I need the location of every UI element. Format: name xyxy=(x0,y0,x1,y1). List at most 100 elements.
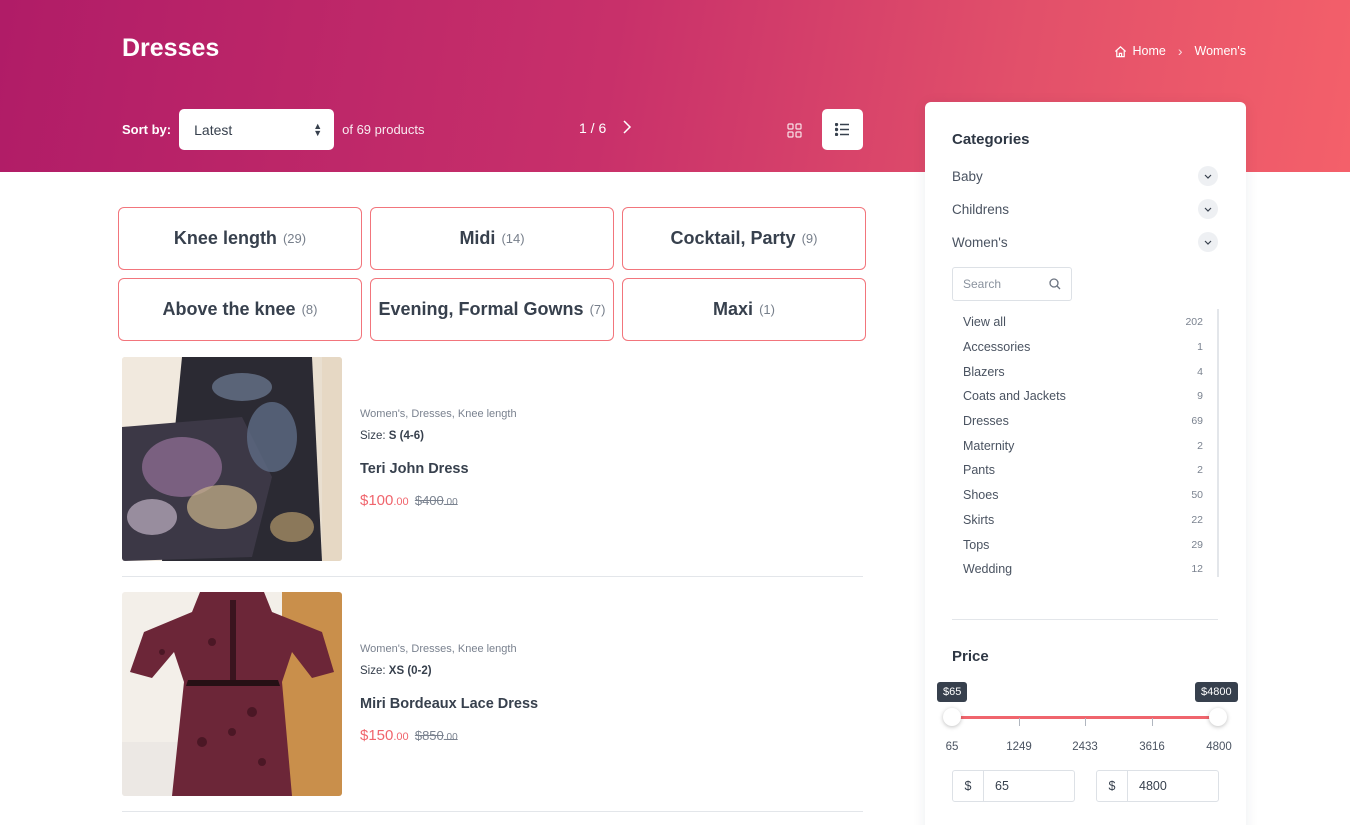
subcategory-scrollbar[interactable] xyxy=(1217,309,1219,577)
grid-view-icon xyxy=(786,122,802,138)
grid-view-button[interactable] xyxy=(778,114,810,146)
categories-heading: Categories xyxy=(952,131,1030,148)
price-heading: Price xyxy=(952,648,989,665)
page-indicator: 1 / 6 xyxy=(579,120,607,136)
category-above-the-knee[interactable]: Above the knee (8) xyxy=(118,278,362,341)
category-label: Cocktail, Party xyxy=(670,228,796,248)
subcategory-list: View all 202 Accessories 1 Blazers 4 Coats … xyxy=(963,310,1203,582)
category-label: Above the knee xyxy=(162,299,296,319)
subcategory-item[interactable]: Skirts 22 xyxy=(963,508,1203,533)
sort-bar: Sort by: Latest ▲ ▼ of 69 products xyxy=(122,109,425,150)
price-max-input[interactable]: $ 4800 xyxy=(1096,770,1219,802)
subcategory-item[interactable]: Coats and Jackets 9 xyxy=(963,384,1203,409)
sidebar-divider xyxy=(952,619,1218,620)
price-max-handle[interactable] xyxy=(1209,708,1227,726)
sort-label: Sort by: xyxy=(122,122,172,137)
product-size: Size: S (4-6) xyxy=(360,430,517,442)
slider-tick xyxy=(1152,718,1153,726)
product-info: Women's, Dresses, Knee length Size: XS (… xyxy=(360,643,538,744)
search-icon xyxy=(1049,278,1061,290)
slider-tick-label: 2433 xyxy=(1072,741,1098,753)
category-count: (9) xyxy=(801,231,818,246)
sidebar-category-label: Women's xyxy=(952,234,1008,250)
pagination: 1 / 6 xyxy=(579,119,632,137)
price-min-value[interactable]: 65 xyxy=(984,771,1009,801)
category-count: (29) xyxy=(282,231,307,246)
sale-price: $150.00 xyxy=(360,727,409,744)
category-label: Maxi xyxy=(713,299,754,319)
category-count: (8) xyxy=(301,302,318,317)
product-categories[interactable]: Women's, Dresses, Knee length xyxy=(360,408,517,420)
sort-select[interactable]: Latest ▲ ▼ xyxy=(179,109,335,150)
product-card: Women's, Dresses, Knee length Size: XS (… xyxy=(122,592,863,812)
subcategory-item[interactable]: Shoes 50 xyxy=(963,483,1203,508)
product-size: Size: XS (0-2) xyxy=(360,665,538,677)
product-image[interactable] xyxy=(122,357,342,561)
category-count: (1) xyxy=(759,302,775,317)
price-max-value[interactable]: 4800 xyxy=(1128,771,1167,801)
sidebar-category-womens[interactable]: Women's xyxy=(952,232,1218,252)
list-view-button[interactable] xyxy=(822,109,863,150)
category-midi[interactable]: Midi (14) xyxy=(370,207,614,270)
subcategory-item[interactable]: Dresses 69 xyxy=(963,409,1203,434)
subcategory-item[interactable]: Maternity 2 xyxy=(963,433,1203,458)
breadcrumb-separator-icon: › xyxy=(1177,43,1183,59)
product-info: Women's, Dresses, Knee length Size: S (4… xyxy=(360,408,517,509)
breadcrumb-home-link[interactable]: Home xyxy=(1133,44,1166,58)
chevron-down-icon[interactable] xyxy=(1198,232,1218,252)
category-evening-formal-gowns[interactable]: Evening, Formal Gowns (7) xyxy=(370,278,614,341)
subcategory-item[interactable]: Tops 29 xyxy=(963,532,1203,557)
search-placeholder: Search xyxy=(963,277,1002,291)
sort-value: Latest xyxy=(194,121,233,138)
filter-sidebar: Categories Baby Childrens Women's Search… xyxy=(925,102,1246,825)
product-image[interactable] xyxy=(122,592,342,796)
subcategory-item[interactable]: Wedding 12 xyxy=(963,557,1203,582)
chevron-down-icon[interactable] xyxy=(1198,166,1218,186)
size-label: Size: xyxy=(360,430,386,442)
product-categories[interactable]: Women's, Dresses, Knee length xyxy=(360,643,538,655)
subcategory-item[interactable]: Blazers 4 xyxy=(963,359,1203,384)
slider-tick-label: 1249 xyxy=(1006,741,1032,753)
size-label: Size: xyxy=(360,665,386,677)
category-count: (14) xyxy=(501,231,525,246)
home-icon[interactable] xyxy=(1114,45,1127,58)
price-min-tooltip: $65 xyxy=(937,682,968,702)
subcategory-item[interactable]: Pants 2 xyxy=(963,458,1203,483)
product-name[interactable]: Miri Bordeaux Lace Dress xyxy=(360,696,538,712)
size-value: S (4-6) xyxy=(388,430,424,442)
list-view-icon xyxy=(835,123,849,136)
original-price: $400.00 xyxy=(414,493,458,508)
category-knee-length[interactable]: Knee length (29) xyxy=(118,207,362,270)
sidebar-category-label: Baby xyxy=(952,168,983,184)
chevron-down-icon[interactable] xyxy=(1198,199,1218,219)
subcategory-item[interactable]: View all 202 xyxy=(963,310,1203,335)
category-cocktail-party[interactable]: Cocktail, Party (9) xyxy=(622,207,866,270)
breadcrumb-current[interactable]: Women's xyxy=(1195,44,1246,58)
sale-price: $100.00 xyxy=(360,492,409,509)
breadcrumb: Home › Women's xyxy=(1114,43,1246,59)
product-count: of 69 products xyxy=(342,122,425,137)
product-name[interactable]: Teri John Dress xyxy=(360,461,517,477)
slider-tick xyxy=(1085,718,1086,726)
price-min-handle[interactable] xyxy=(943,708,961,726)
subcategory-item[interactable]: Accessories 1 xyxy=(963,335,1203,360)
chevron-right-icon[interactable] xyxy=(622,119,632,137)
currency-label: $ xyxy=(953,771,984,801)
sidebar-category-baby[interactable]: Baby xyxy=(952,166,1218,186)
category-label: Evening, Formal Gowns xyxy=(378,299,584,319)
product-price: $150.00 $850.00 xyxy=(360,727,538,744)
category-search-input[interactable]: Search xyxy=(952,267,1072,301)
slider-tick-label: 4800 xyxy=(1206,741,1232,753)
page-title: Dresses xyxy=(122,34,220,62)
size-value: XS (0-2) xyxy=(388,665,432,677)
category-count: (7) xyxy=(589,302,606,317)
sidebar-category-label: Childrens xyxy=(952,201,1010,217)
price-min-input[interactable]: $ 65 xyxy=(952,770,1075,802)
original-price: $850.00 xyxy=(414,728,458,743)
category-label: Midi xyxy=(459,228,496,248)
select-arrows-icon: ▲ ▼ xyxy=(313,120,323,138)
category-maxi[interactable]: Maxi (1) xyxy=(622,278,866,341)
sidebar-category-childrens[interactable]: Childrens xyxy=(952,199,1218,219)
currency-label: $ xyxy=(1097,771,1128,801)
category-filter-grid: Knee length (29) Midi (14) Cocktail, Party… xyxy=(118,207,866,341)
